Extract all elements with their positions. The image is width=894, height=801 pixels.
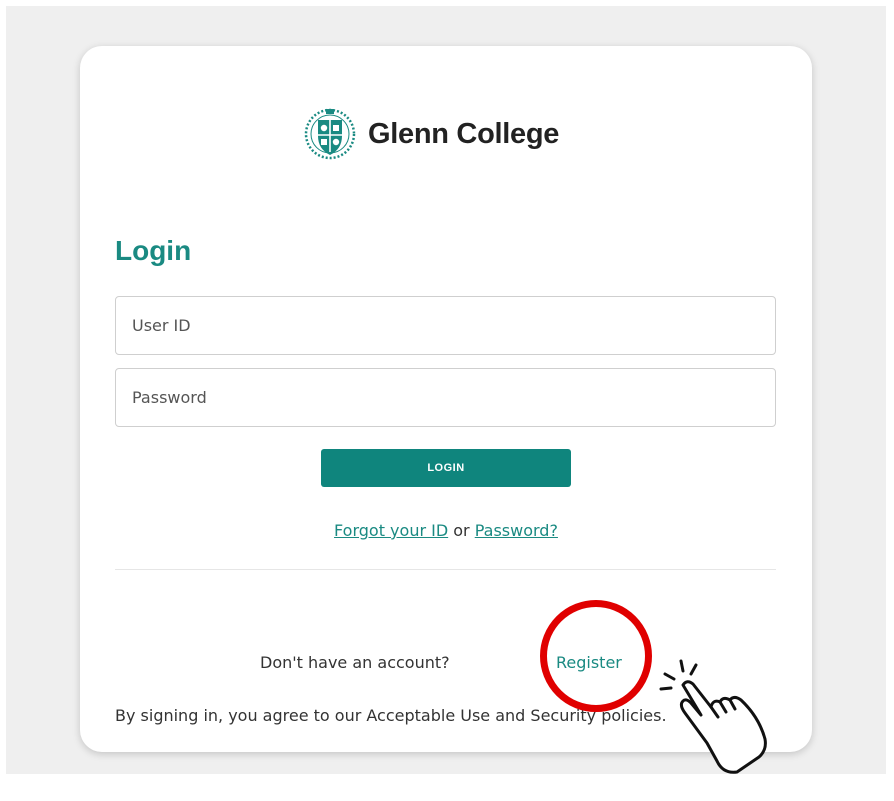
forgot-id-link[interactable]: Forgot your ID [334,521,448,540]
divider [115,569,776,570]
brand-header: Glenn College [300,106,559,162]
register-link[interactable]: Register [556,653,622,672]
or-text: or [453,521,470,540]
page-title: Login [115,235,192,266]
recovery-links: Forgot your ID or Password? [80,521,812,540]
password-input[interactable] [115,368,776,427]
login-button[interactable]: LOGIN [321,449,571,487]
college-name: Glenn College [368,117,560,150]
no-account-text: Don't have an account? [260,653,450,672]
user-id-input[interactable] [115,296,776,355]
forgot-password-link[interactable]: Password? [475,521,558,540]
terms-text: By signing in, you agree to our Acceptab… [115,706,667,725]
login-card: Glenn College Login LOGIN Forgot your ID… [80,46,812,752]
college-crest-icon [304,108,356,160]
